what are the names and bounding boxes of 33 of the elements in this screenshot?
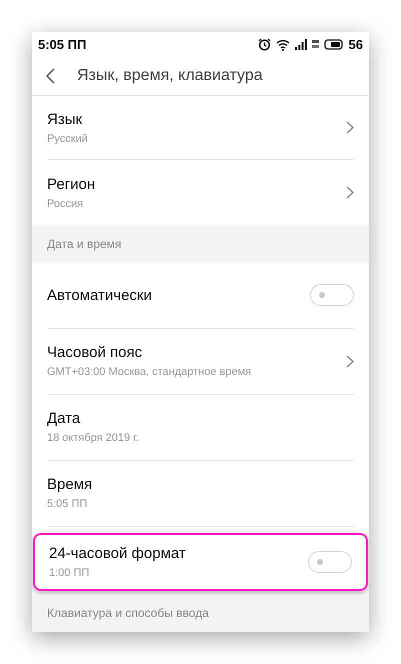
- setting-row[interactable]: Часовой пояс GMT+03:00 Москва, стандартное время: [47, 328, 354, 395]
- setting-title: Язык: [47, 110, 84, 128]
- network-type-icon: [312, 39, 319, 50]
- status-time: 5:05 ПП: [38, 37, 86, 52]
- setting-value: Русский: [47, 132, 88, 145]
- chevron-right-icon: [346, 354, 354, 368]
- page-title: Язык, время, клавиатура: [77, 67, 263, 86]
- section-title: Дата и время: [47, 236, 122, 251]
- back-icon[interactable]: [46, 68, 55, 84]
- setting-value: 1:00 ПП: [49, 566, 90, 579]
- setting-value: 5:05 ПП: [47, 498, 88, 510]
- setting-row[interactable]: Время 5:05 ПП: [47, 460, 354, 527]
- alarm-icon: [258, 38, 271, 52]
- setting-row[interactable]: Дата 18 октября 2019 г.: [47, 394, 354, 461]
- wifi-icon: [276, 38, 290, 51]
- battery-icon: [324, 39, 344, 50]
- battery-level: 56: [348, 37, 363, 52]
- toggle-switch[interactable]: [310, 284, 354, 306]
- setting-title: Регион: [47, 176, 96, 193]
- toggle-switch[interactable]: [308, 550, 352, 573]
- signal-icon: [294, 39, 307, 50]
- highlighted-setting-row[interactable]: 24-часовой формат 1:00 ПП: [33, 532, 368, 591]
- setting-title: Часовой пояс: [47, 344, 144, 362]
- setting-title: Дата: [47, 410, 82, 428]
- setting-value: Россия: [47, 198, 84, 210]
- setting-title: Время: [47, 476, 92, 494]
- setting-title: Автоматически: [47, 286, 152, 304]
- setting-title: 24-часовой формат: [49, 544, 186, 562]
- setting-value: GMT+03:00 Москва, стандартное время: [47, 366, 252, 378]
- chevron-right-icon: [346, 121, 354, 134]
- chevron-right-icon: [346, 186, 354, 200]
- setting-value: 18 октября 2019 г.: [47, 432, 139, 444]
- section-title: Клавиатура и способы ввода: [47, 606, 209, 620]
